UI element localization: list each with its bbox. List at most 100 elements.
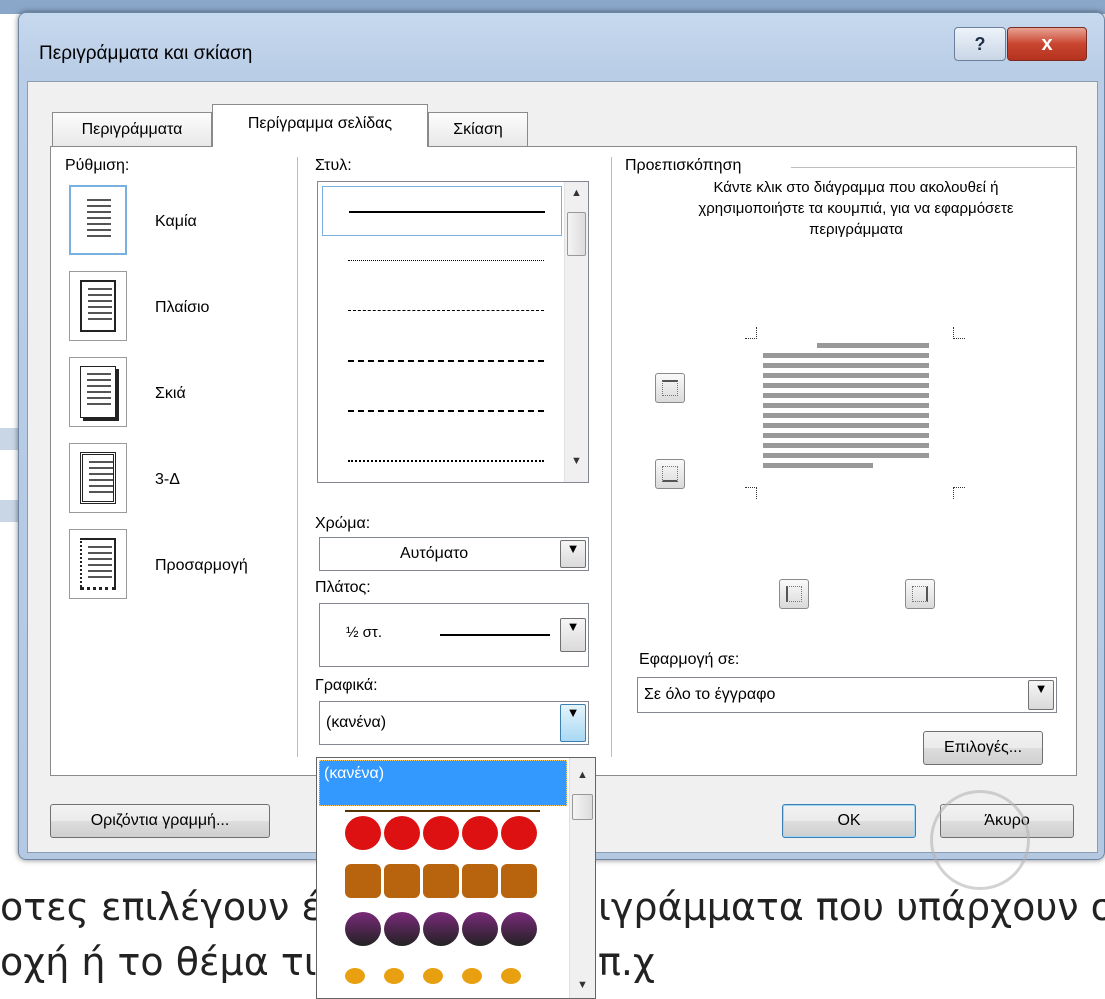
apple-icon	[501, 816, 537, 850]
art-option-candy-corn[interactable]	[345, 954, 540, 998]
art-select-value: (κανένα)	[326, 714, 387, 731]
help-button[interactable]: ?	[954, 27, 1006, 61]
scroll-up-arrow-icon[interactable]: ▲	[565, 184, 588, 202]
style-item-dotted[interactable]	[322, 236, 562, 286]
setting-label: Ρύθμιση:	[65, 157, 130, 174]
ok-button[interactable]: OK	[782, 804, 916, 838]
apply-to-select-value: Σε όλο το έγγραφο	[644, 686, 776, 703]
cupcake-icon	[423, 864, 459, 898]
cupcake-icon	[501, 864, 537, 898]
column-separator	[611, 157, 612, 757]
background-text-line: οχή ή το θέμα τι	[0, 940, 317, 984]
color-select-value: Αυτόματο	[400, 545, 469, 562]
chevron-down-icon[interactable]: ▼	[560, 540, 586, 568]
borders-shading-dialog: Περιγράμματα και σκίαση ? x Περιγράμματα…	[18, 12, 1105, 860]
style-item-dash-dot[interactable]	[322, 386, 562, 436]
setting-box-label[interactable]: Πλαίσιο	[155, 299, 209, 317]
cake-slice-icon	[345, 912, 381, 946]
cake-slice-icon	[423, 912, 459, 946]
column-separator	[297, 157, 298, 757]
close-button[interactable]: x	[1007, 27, 1087, 61]
cupcake-icon	[345, 864, 381, 898]
page-3d-icon	[80, 452, 116, 504]
tab-borders[interactable]: Περιγράμματα	[52, 112, 212, 146]
color-select[interactable]: Αυτόματο ▼	[319, 537, 589, 571]
preview-instructions: Κάντε κλικ στο διάγραμμα που ακολουθεί ή…	[698, 179, 1014, 238]
setting-none-label[interactable]: Καμία	[155, 213, 197, 231]
art-option-cake-slices[interactable]	[345, 906, 540, 952]
art-label: Γραφικά:	[315, 677, 378, 694]
top-border-icon[interactable]	[655, 373, 685, 403]
width-preview-line	[440, 634, 550, 636]
chevron-down-icon[interactable]: ▼	[560, 618, 586, 652]
tab-label: Περιγράμματα	[81, 121, 183, 138]
background-text-line: π.χ	[598, 940, 655, 984]
setting-3d-label[interactable]: 3-Δ	[155, 471, 180, 489]
scroll-up-arrow-icon[interactable]: ▲	[570, 766, 595, 784]
apply-to-select[interactable]: Σε όλο το έγγραφο ▼	[637, 677, 1057, 713]
page-shadow-icon	[80, 366, 116, 418]
preview-label: Προεπισκόπηση	[625, 157, 742, 174]
style-item-dash-dot-dot[interactable]	[322, 436, 562, 486]
horizontal-line-button[interactable]: Οριζόντια γραμμή...	[50, 804, 270, 838]
style-listbox[interactable]: ▲ ▼	[317, 181, 589, 483]
apple-icon	[345, 816, 381, 850]
scroll-thumb[interactable]	[572, 794, 593, 820]
dialog-title: Περιγράμματα και σκίαση	[39, 43, 253, 64]
apple-icon	[462, 816, 498, 850]
art-option-apples[interactable]	[345, 810, 540, 856]
bottom-border-icon[interactable]	[655, 459, 685, 489]
cake-slice-icon	[501, 912, 537, 946]
apple-icon	[384, 816, 420, 850]
candy-icon	[462, 968, 482, 984]
tab-label: Περίγραμμα σελίδας	[247, 115, 393, 132]
right-border-icon[interactable]	[905, 579, 935, 609]
color-label: Χρώμα:	[315, 515, 371, 532]
cupcake-icon	[384, 864, 420, 898]
setting-shadow-icon[interactable]	[69, 357, 127, 427]
tab-shading[interactable]: Σκίαση	[428, 112, 528, 146]
candy-icon	[345, 968, 365, 984]
background-text-line: οτες επιλέγουν έ	[0, 885, 322, 929]
setting-shadow-label[interactable]: Σκιά	[155, 385, 186, 403]
width-select-value: ½ στ.	[346, 624, 383, 641]
chevron-down-icon[interactable]: ▼	[1028, 680, 1054, 710]
watermark-logo	[930, 790, 1030, 890]
options-button[interactable]: Επιλογές...	[923, 731, 1043, 765]
style-item-small-dash[interactable]	[322, 286, 562, 336]
candy-icon	[423, 968, 443, 984]
scroll-thumb[interactable]	[567, 212, 586, 256]
art-select[interactable]: (κανένα) ▼	[319, 701, 589, 745]
setting-3d-icon[interactable]	[69, 443, 127, 513]
preview-group-line	[791, 167, 1075, 168]
art-option-none[interactable]: (κανένα)	[319, 760, 567, 806]
page-custom-icon	[80, 538, 116, 590]
apple-icon	[423, 816, 459, 850]
setting-none-icon[interactable]	[69, 185, 127, 255]
tab-page-border[interactable]: Περίγραμμα σελίδας	[212, 104, 428, 147]
scroll-down-arrow-icon[interactable]: ▼	[565, 452, 588, 470]
setting-custom-icon[interactable]	[69, 529, 127, 599]
art-list-scrollbar[interactable]: ▲ ▼	[569, 758, 595, 998]
style-scrollbar[interactable]: ▲ ▼	[564, 182, 588, 482]
dialog-client-area: Περιγράμματα Περίγραμμα σελίδας Σκίαση Ρ…	[27, 81, 1098, 853]
left-border-icon[interactable]	[779, 579, 809, 609]
preview-diagram[interactable]	[745, 327, 965, 499]
background-text-line: ιγράμματα που υπάρχουν σ	[598, 885, 1105, 929]
apply-to-label: Εφαρμογή σε:	[639, 651, 740, 668]
chevron-down-icon[interactable]: ▼	[560, 704, 586, 742]
art-option-cupcakes[interactable]	[345, 858, 540, 904]
style-item-large-dash[interactable]	[322, 336, 562, 386]
setting-custom-label[interactable]: Προσαρμογή	[155, 557, 248, 575]
page-box-icon	[80, 280, 116, 332]
art-dropdown-list[interactable]: (κανένα) ▲ ▼	[316, 757, 596, 999]
cupcake-icon	[462, 864, 498, 898]
scroll-down-arrow-icon[interactable]: ▼	[570, 976, 595, 994]
tab-panel-page-border: Ρύθμιση: Καμία Πλαίσιο Σκιά 3-Δ Προσαρμο…	[50, 146, 1077, 776]
candy-icon	[501, 968, 521, 984]
style-item-solid[interactable]	[322, 186, 562, 236]
width-select[interactable]: ½ στ. ▼	[319, 603, 589, 667]
setting-box-icon[interactable]	[69, 271, 127, 341]
candy-icon	[384, 968, 404, 984]
cake-slice-icon	[462, 912, 498, 946]
